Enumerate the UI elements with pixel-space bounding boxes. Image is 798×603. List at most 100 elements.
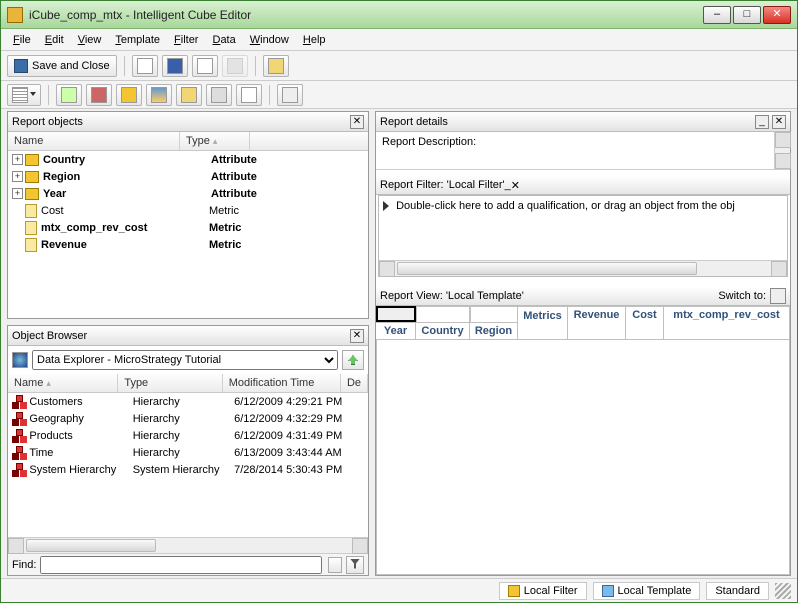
tb-icon-6[interactable] [206, 84, 232, 106]
report-object-row[interactable]: CostMetric [8, 202, 368, 219]
tb-icon-4[interactable] [146, 84, 172, 106]
scroll-thumb[interactable] [397, 262, 697, 275]
titlebar[interactable]: iCube_comp_mtx - Intelligent Cube Editor… [1, 1, 797, 29]
grid-col-country[interactable]: Country [416, 322, 470, 340]
scroll-left-button[interactable] [379, 261, 395, 277]
panel-close-button[interactable]: ✕ [511, 179, 520, 192]
filter-button[interactable] [346, 556, 364, 574]
menu-edit[interactable]: Edit [39, 32, 70, 48]
vertical-scrollbar[interactable] [774, 132, 790, 169]
browser-row[interactable]: System HierarchySystem Hierarchy7/28/201… [8, 461, 368, 478]
horizontal-scrollbar[interactable] [8, 537, 368, 553]
browser-row[interactable]: CustomersHierarchy6/12/2009 4:29:21 PM [8, 393, 368, 410]
preview-button[interactable] [192, 55, 218, 77]
new-button[interactable] [132, 55, 158, 77]
browser-row[interactable]: TimeHierarchy6/13/2009 3:43:44 AM [8, 444, 368, 461]
app-icon [7, 7, 23, 23]
chevron-down-icon [30, 92, 36, 98]
object-browser-header[interactable]: Name ▴ Type Modification Time De [8, 374, 368, 393]
grid-view-button[interactable] [7, 84, 41, 106]
tb-icon-8[interactable] [277, 84, 303, 106]
location-selector[interactable]: Data Explorer - MicroStrategy Tutorial [32, 350, 338, 370]
hierarchy-icon [12, 429, 25, 443]
col-modtime[interactable]: Modification Time [223, 374, 341, 392]
menu-data[interactable]: Data [206, 32, 241, 48]
report-filter-area[interactable]: Double-click here to add a qualification… [379, 196, 787, 260]
find-dropdown-button[interactable] [328, 557, 342, 573]
close-button[interactable]: ✕ [763, 6, 791, 24]
col-name[interactable]: Name [8, 132, 180, 150]
find-bar: Find: [8, 553, 368, 575]
col-desc[interactable]: De [341, 374, 368, 392]
save-and-close-button[interactable]: Save and Close [7, 55, 117, 77]
browser-row[interactable]: GeographyHierarchy6/12/2009 4:32:29 PM [8, 410, 368, 427]
grid-col-region[interactable]: Region [470, 322, 518, 340]
maximize-button[interactable]: □ [733, 6, 761, 24]
folder-button[interactable] [263, 55, 289, 77]
report-object-row[interactable]: +YearAttribute [8, 185, 368, 202]
report-objects-panel: Report objects ✕ Name Type ▴ +CountryAtt… [7, 111, 369, 319]
tb-icon-1[interactable] [56, 84, 82, 106]
find-input[interactable] [40, 556, 322, 574]
report-view-grid[interactable]: Year Country Region Metrics Revenue Cost [376, 306, 790, 575]
panel-close-button[interactable]: ✕ [772, 115, 786, 129]
open-button[interactable] [162, 55, 188, 77]
scroll-right-button[interactable] [771, 261, 787, 277]
print-button[interactable] [222, 55, 248, 77]
col-name[interactable]: Name ▴ [8, 374, 118, 392]
template-icon [602, 585, 614, 597]
status-local-filter[interactable]: Local Filter [499, 582, 587, 600]
browser-row[interactable]: ProductsHierarchy6/12/2009 4:31:49 PM [8, 427, 368, 444]
scroll-up-button[interactable] [775, 132, 791, 148]
report-object-row[interactable]: RevenueMetric [8, 236, 368, 253]
report-object-row[interactable]: +RegionAttribute [8, 168, 368, 185]
status-standard[interactable]: Standard [706, 582, 769, 600]
report-object-row[interactable]: mtx_comp_rev_costMetric [8, 219, 368, 236]
grid-col-cost[interactable]: Cost [626, 306, 664, 340]
main-toolbar: Save and Close [1, 51, 797, 81]
tb-icon-2[interactable] [86, 84, 112, 106]
panel-close-button[interactable]: ✕ [350, 115, 364, 129]
object-browser-list[interactable]: CustomersHierarchy6/12/2009 4:29:21 PMGe… [8, 393, 368, 537]
metric-icon [25, 204, 37, 218]
minimize-button[interactable]: – [703, 6, 731, 24]
horizontal-scrollbar[interactable] [379, 260, 787, 276]
switch-view-button[interactable] [770, 288, 786, 304]
report-objects-header[interactable]: Name Type ▴ [8, 132, 368, 151]
expand-button[interactable]: + [12, 188, 23, 199]
grid-corner-cell[interactable] [376, 306, 416, 322]
panel-min-button[interactable]: _ [755, 115, 769, 129]
scroll-right-button[interactable] [352, 538, 368, 554]
grid-col-mtx[interactable]: mtx_comp_rev_cost [664, 306, 790, 340]
expand-button[interactable]: + [12, 171, 23, 182]
window-title: iCube_comp_mtx - Intelligent Cube Editor [29, 8, 703, 22]
menu-filter[interactable]: Filter [168, 32, 204, 48]
menu-template[interactable]: Template [109, 32, 166, 48]
tb-icon-5[interactable] [176, 84, 202, 106]
grid-col-revenue[interactable]: Revenue [568, 306, 626, 340]
menu-view[interactable]: View [72, 32, 108, 48]
filter-icon [508, 585, 520, 597]
grid-col-year[interactable]: Year [376, 322, 416, 340]
menu-file[interactable]: File [7, 32, 37, 48]
status-local-template[interactable]: Local Template [593, 582, 701, 600]
col-type[interactable]: Type ▴ [180, 132, 250, 150]
grid-data-area[interactable] [376, 340, 790, 575]
grid-col-metrics[interactable]: Metrics [518, 306, 568, 340]
scroll-thumb[interactable] [26, 539, 156, 552]
report-objects-list[interactable]: +CountryAttribute+RegionAttribute+YearAt… [8, 151, 368, 318]
go-up-button[interactable] [342, 350, 364, 370]
tb-icon-7[interactable] [236, 84, 262, 106]
menu-window[interactable]: Window [244, 32, 295, 48]
scroll-left-button[interactable] [8, 538, 24, 554]
tb-icon-3[interactable] [116, 84, 142, 106]
expand-button[interactable]: + [12, 154, 23, 165]
scroll-down-button[interactable] [775, 153, 791, 169]
resize-grip[interactable] [775, 583, 791, 599]
menu-help[interactable]: Help [297, 32, 332, 48]
report-details-title: Report details [380, 116, 752, 128]
panel-close-button[interactable]: ✕ [350, 329, 364, 343]
attribute-icon [25, 188, 39, 200]
report-object-row[interactable]: +CountryAttribute [8, 151, 368, 168]
col-type[interactable]: Type [118, 374, 222, 392]
